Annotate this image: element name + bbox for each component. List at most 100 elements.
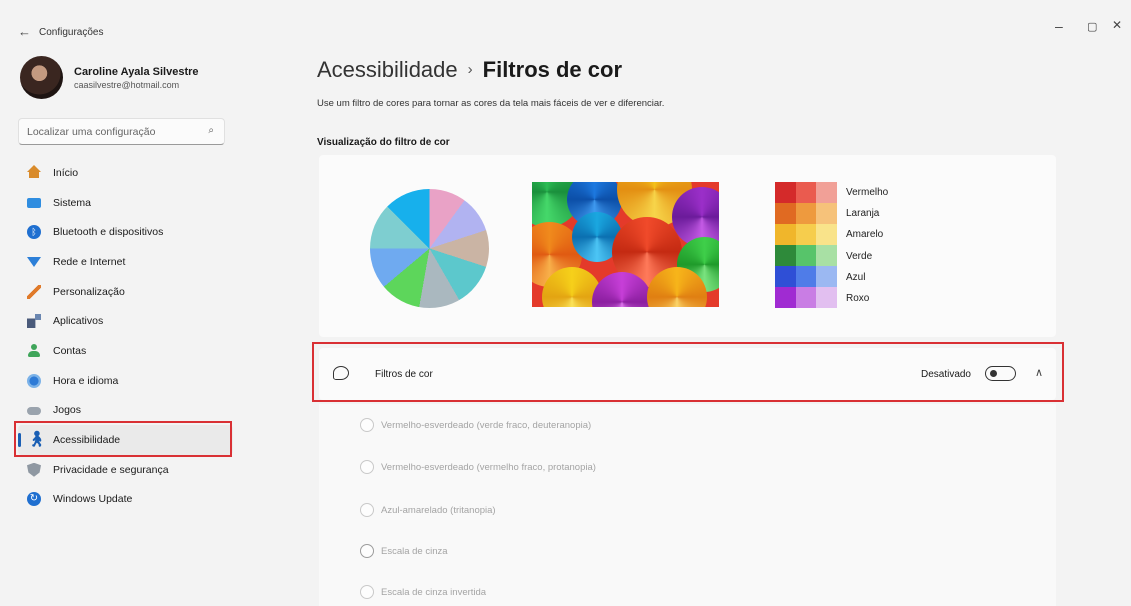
title-bar: ← Configurações – ▢ ✕ bbox=[0, 0, 1131, 40]
preview-color-swatches bbox=[775, 182, 838, 308]
sidebar-item-bluetooth[interactable]: ᛒ Bluetooth e dispositivos bbox=[18, 217, 233, 247]
sidebar-item-label: Bluetooth e dispositivos bbox=[53, 226, 164, 239]
shield-icon bbox=[27, 462, 41, 477]
profile-name: Caroline Ayala Silvestre bbox=[74, 66, 199, 78]
sidebar-item-acessibilidade[interactable]: 🚶︎ Acessibilidade bbox=[18, 425, 233, 455]
sidebar-item-label: Hora e idioma bbox=[53, 374, 119, 387]
color-swatch bbox=[816, 266, 838, 287]
breadcrumb-separator-icon: › bbox=[467, 61, 473, 78]
sidebar-item-jogos[interactable]: Jogos bbox=[18, 396, 233, 426]
color-swatch bbox=[775, 224, 796, 245]
sidebar-item-contas[interactable]: Contas bbox=[18, 336, 233, 366]
swatch-row bbox=[775, 245, 838, 266]
radio-option-label: Vermelho-esverdeado (verde fraco, deuter… bbox=[381, 419, 592, 431]
sidebar-item-label: Personalização bbox=[53, 285, 125, 298]
search-icon[interactable]: ⌕ bbox=[208, 125, 214, 136]
swatch-label: Azul bbox=[846, 271, 866, 283]
sidebar-item-rede[interactable]: Rede e Internet bbox=[18, 247, 233, 277]
sidebar-item-aplicativos[interactable]: Aplicativos bbox=[18, 306, 233, 336]
radio-option[interactable]: Azul-amarelado (tritanopia) bbox=[360, 500, 496, 520]
sidebar-item-privacidade[interactable]: Privacidade e segurança bbox=[18, 455, 233, 485]
color-filters-setting-row[interactable]: Filtros de cor Desativado ∧ bbox=[319, 348, 1056, 400]
color-filters-toggle[interactable] bbox=[985, 366, 1016, 381]
swatch-label: Amarelo bbox=[846, 229, 884, 241]
swatch-labels: Vermelho Laranja Amarelo Verde Azul Roxo bbox=[846, 187, 888, 314]
page-description: Use um filtro de cores para tornar as co… bbox=[317, 98, 665, 109]
color-swatch bbox=[795, 287, 817, 308]
user-icon bbox=[27, 343, 41, 358]
home-icon bbox=[27, 165, 41, 179]
sidebar-item-windows-update[interactable]: ↻ Windows Update bbox=[18, 485, 233, 515]
color-swatch bbox=[795, 245, 817, 266]
sidebar-item-label: Início bbox=[53, 166, 79, 179]
radio-button[interactable] bbox=[360, 585, 374, 599]
color-swatch bbox=[775, 203, 796, 224]
close-icon[interactable]: ✕ bbox=[1112, 18, 1122, 32]
radio-button[interactable] bbox=[360, 544, 374, 558]
swatch-label: Verde bbox=[846, 250, 873, 262]
color-swatch bbox=[775, 287, 796, 308]
minimize-icon[interactable]: – bbox=[1055, 18, 1063, 34]
breadcrumb-parent-link[interactable]: Acessibilidade bbox=[317, 57, 458, 82]
sidebar-item-inicio[interactable]: Início bbox=[18, 158, 233, 188]
chevron-up-icon[interactable]: ∧ bbox=[1035, 366, 1043, 379]
radio-option[interactable]: Vermelho-esverdeado (vermelho fraco, pro… bbox=[360, 457, 596, 477]
color-swatch bbox=[795, 182, 817, 203]
color-filter-preview: Vermelho Laranja Amarelo Verde Azul Roxo bbox=[319, 155, 1056, 337]
sidebar-item-label: Aplicativos bbox=[53, 315, 104, 328]
radio-option[interactable]: Escala de cinza invertida bbox=[360, 582, 486, 602]
swatch-row bbox=[775, 287, 838, 308]
color-swatch bbox=[795, 203, 817, 224]
settings-search-box[interactable]: ⌕ bbox=[18, 118, 225, 145]
user-profile[interactable]: Caroline Ayala Silvestre caasilvestre@ho… bbox=[20, 56, 240, 100]
sidebar-item-hora-idioma[interactable]: Hora e idioma bbox=[18, 366, 233, 396]
swatch-row bbox=[775, 182, 838, 203]
radio-button[interactable] bbox=[360, 460, 374, 474]
color-swatch bbox=[816, 245, 838, 266]
sidebar-item-label: Rede e Internet bbox=[53, 255, 126, 268]
back-arrow-icon[interactable]: ← bbox=[18, 24, 31, 39]
color-swatch bbox=[775, 266, 796, 287]
accessibility-icon: 🚶︎ bbox=[27, 431, 47, 449]
radio-option[interactable]: Escala de cinza bbox=[360, 541, 448, 561]
sidebar-item-label: Jogos bbox=[53, 404, 82, 417]
preview-photo-image bbox=[532, 182, 719, 307]
swatch-label: Vermelho bbox=[846, 187, 889, 198]
color-filters-label: Filtros de cor bbox=[375, 369, 433, 380]
maximize-icon[interactable]: ▢ bbox=[1087, 20, 1097, 33]
bluetooth-icon: ᛒ bbox=[27, 225, 41, 240]
avatar bbox=[20, 56, 63, 99]
radio-button[interactable] bbox=[360, 503, 374, 517]
swatch-label: Laranja bbox=[846, 208, 880, 220]
radio-button[interactable] bbox=[360, 418, 374, 432]
color-swatch bbox=[816, 182, 838, 203]
swatch-row bbox=[775, 266, 838, 287]
color-swatch bbox=[816, 287, 838, 308]
radio-option-label: Escala de cinza bbox=[381, 545, 448, 557]
sidebar-item-label: Contas bbox=[53, 344, 87, 357]
radio-option-label: Azul-amarelado (tritanopia) bbox=[381, 504, 496, 516]
page-title: Filtros de cor bbox=[482, 57, 622, 82]
color-swatch bbox=[816, 203, 838, 224]
sidebar-item-label: Windows Update bbox=[53, 493, 133, 506]
brush-icon bbox=[27, 284, 41, 299]
color-swatch bbox=[795, 266, 817, 287]
toggle-status-text: Desativado bbox=[920, 369, 971, 380]
color-swatch bbox=[775, 182, 796, 203]
color-swatch bbox=[775, 245, 796, 266]
radio-option[interactable]: Vermelho-esverdeado (verde fraco, deuter… bbox=[360, 415, 591, 435]
preview-section-title: Visualização do filtro de cor bbox=[317, 137, 450, 148]
update-icon: ↻ bbox=[27, 492, 41, 507]
sidebar-item-sistema[interactable]: Sistema bbox=[18, 188, 233, 218]
wifi-icon bbox=[27, 256, 41, 267]
search-input[interactable] bbox=[27, 124, 197, 140]
system-icon bbox=[27, 197, 41, 208]
gamepad-icon bbox=[27, 407, 41, 416]
sidebar-item-personalizacao[interactable]: Personalização bbox=[18, 277, 233, 307]
color-swatch bbox=[816, 224, 838, 245]
swatch-row bbox=[775, 203, 838, 224]
apps-icon bbox=[27, 314, 41, 329]
color-swatch bbox=[795, 224, 817, 245]
filter-options-list: Vermelho-esverdeado (verde fraco, deuter… bbox=[319, 404, 1056, 606]
swatch-label: Roxo bbox=[846, 292, 870, 304]
